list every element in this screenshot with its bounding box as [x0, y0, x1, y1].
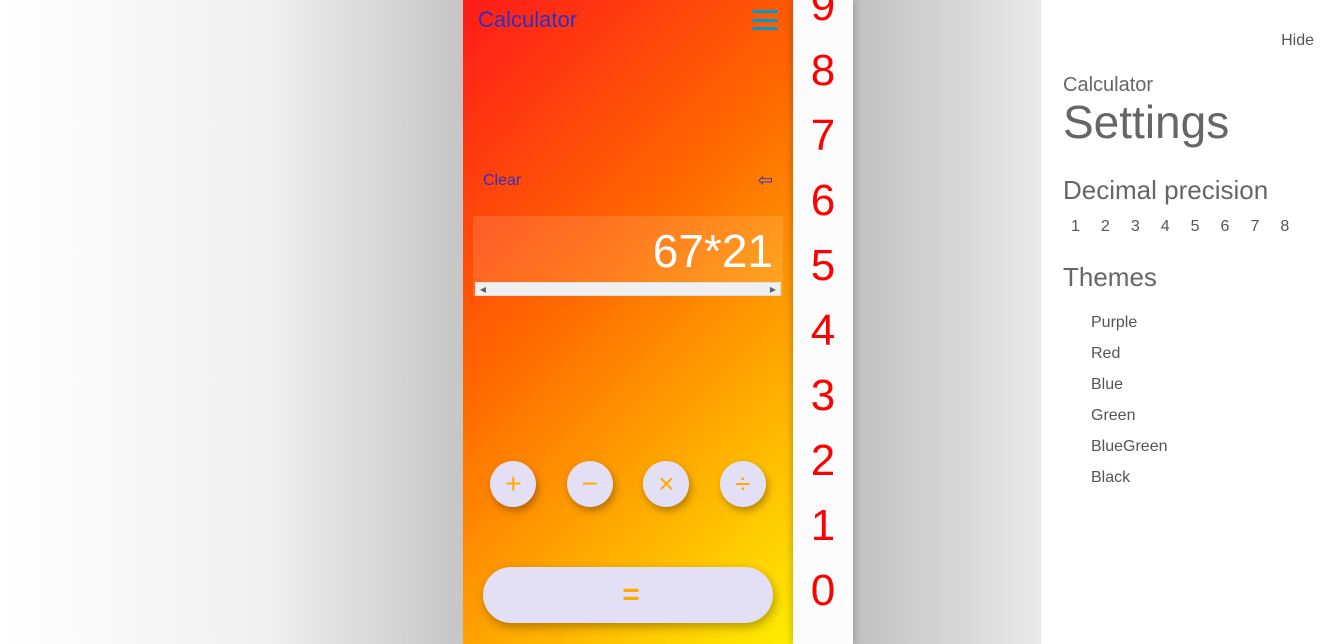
precision-option[interactable]: 2 [1101, 218, 1110, 236]
settings-panel: Hide Calculator Settings Decimal precisi… [1041, 0, 1339, 644]
backspace-button[interactable]: ⇦ [758, 170, 773, 191]
precision-option[interactable]: 4 [1161, 218, 1170, 236]
display-area: 67*21 ◀ ▶ [473, 216, 783, 296]
hide-button[interactable]: Hide [1281, 32, 1314, 50]
wheel-digit[interactable]: 5 [811, 233, 835, 298]
precision-option[interactable]: 1 [1071, 218, 1080, 236]
wheel-digit[interactable]: 4 [811, 298, 835, 363]
menu-icon[interactable] [752, 10, 778, 30]
wheel-digit[interactable]: 8 [811, 38, 835, 103]
multiply-button[interactable]: × [643, 461, 689, 507]
precision-heading: Decimal precision [1063, 175, 1317, 206]
clear-button[interactable]: Clear [483, 172, 521, 190]
precision-option[interactable]: 5 [1191, 218, 1200, 236]
display-controls: Clear ⇦ [463, 170, 793, 191]
subtract-button[interactable]: − [567, 461, 613, 507]
precision-option[interactable]: 8 [1280, 218, 1289, 236]
calculator-panel: Calculator Clear ⇦ 67*21 ◀ ▶ + − × ÷ = [463, 0, 793, 644]
theme-option[interactable]: Red [1091, 338, 1317, 369]
scroll-left-icon[interactable]: ◀ [476, 285, 490, 294]
display-value: 67*21 [483, 224, 773, 278]
add-button[interactable]: + [490, 461, 536, 507]
number-wheel[interactable]: 9 8 7 6 5 4 3 2 1 0 [793, 0, 853, 644]
calc-header: Calculator [463, 0, 793, 35]
divide-button[interactable]: ÷ [720, 461, 766, 507]
wheel-digit[interactable]: 1 [811, 493, 835, 558]
theme-option[interactable]: Purple [1091, 307, 1317, 338]
precision-options: 1 2 3 4 5 6 7 8 [1063, 218, 1317, 236]
scroll-bar[interactable]: ◀ ▶ [475, 282, 781, 296]
operator-row: + − × ÷ [463, 461, 793, 507]
wheel-digit[interactable]: 9 [811, 0, 835, 38]
theme-option[interactable]: Black [1091, 462, 1317, 493]
app-title: Calculator [478, 7, 577, 33]
precision-option[interactable]: 7 [1250, 218, 1259, 236]
wheel-digit[interactable]: 2 [811, 428, 835, 493]
wheel-digit[interactable]: 6 [811, 168, 835, 233]
theme-option[interactable]: BlueGreen [1091, 431, 1317, 462]
theme-list: Purple Red Blue Green BlueGreen Black [1063, 307, 1317, 493]
theme-option[interactable]: Blue [1091, 369, 1317, 400]
themes-heading: Themes [1063, 262, 1317, 293]
theme-option[interactable]: Green [1091, 400, 1317, 431]
wheel-digit[interactable]: 0 [811, 558, 835, 623]
scroll-right-icon[interactable]: ▶ [766, 285, 780, 294]
settings-title: Settings [1063, 95, 1317, 149]
precision-option[interactable]: 6 [1221, 218, 1230, 236]
precision-option[interactable]: 3 [1131, 218, 1140, 236]
wheel-digit[interactable]: 3 [811, 363, 835, 428]
wheel-digit[interactable]: 7 [811, 103, 835, 168]
settings-subtitle: Calculator [1063, 74, 1317, 97]
equals-button[interactable]: = [483, 567, 773, 623]
